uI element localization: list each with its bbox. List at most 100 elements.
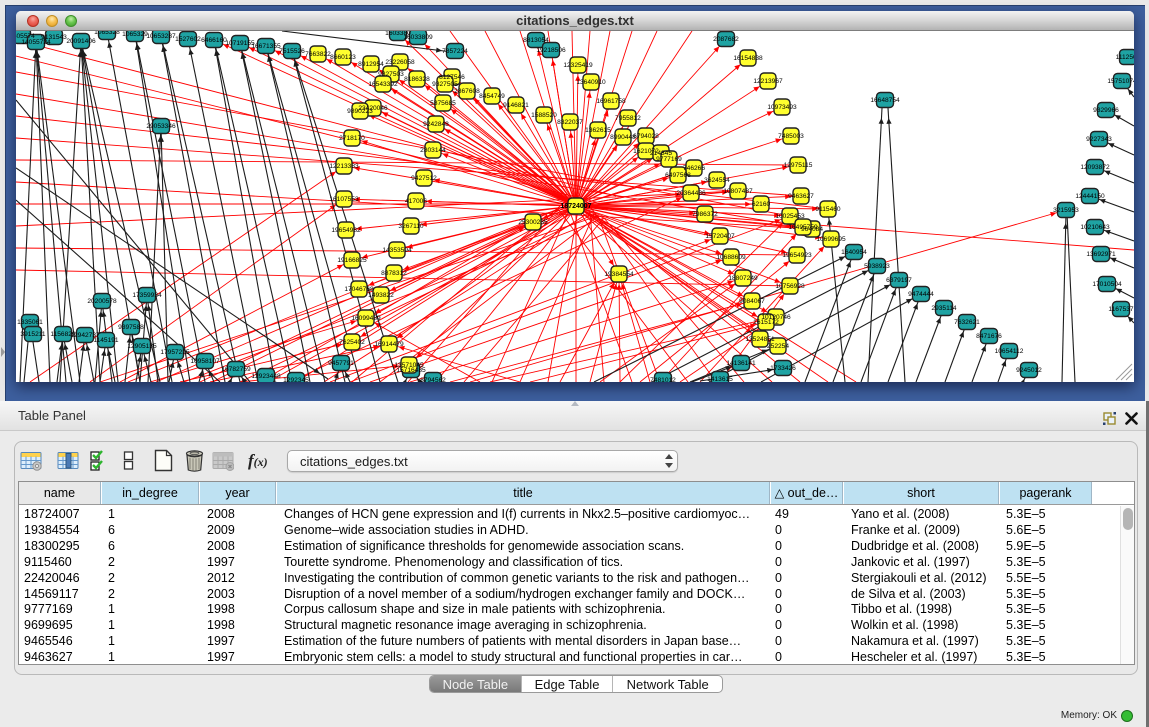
svg-text:6794028: 6794028 (633, 133, 659, 140)
svg-text:13692971: 13692971 (1086, 251, 1116, 258)
svg-text:746266: 746266 (683, 165, 705, 172)
svg-text:9327503: 9327503 (378, 71, 404, 78)
svg-text:1733426: 1733426 (770, 365, 796, 372)
svg-text:10653287: 10653287 (146, 33, 176, 40)
svg-text:16033809: 16033809 (403, 34, 433, 41)
svg-text:9777169: 9777169 (656, 156, 682, 163)
svg-text:9115460: 9115460 (815, 206, 841, 213)
svg-text:16961758: 16961758 (596, 98, 626, 105)
svg-text:2935114: 2935114 (931, 305, 957, 312)
svg-text:10958107: 10958107 (190, 358, 220, 365)
svg-text:1362615: 1362615 (585, 127, 611, 134)
svg-text:10654112: 10654112 (995, 348, 1024, 355)
svg-text:15720407: 15720407 (705, 233, 735, 240)
svg-text:7481012: 7481012 (650, 377, 676, 382)
svg-text:9084067: 9084067 (739, 298, 765, 305)
svg-text:29053346: 29053346 (146, 123, 176, 130)
svg-text:7955812: 7955812 (615, 115, 641, 122)
svg-text:16648754: 16648754 (870, 97, 900, 104)
svg-text:7632621: 7632621 (954, 319, 980, 326)
svg-text:16914479: 16914479 (374, 341, 404, 348)
svg-text:13571045: 13571045 (394, 362, 424, 369)
svg-text:252254: 252254 (767, 343, 789, 350)
svg-text:7625402: 7625402 (339, 339, 365, 346)
svg-text:12975115: 12975115 (784, 162, 813, 169)
svg-text:16495759: 16495759 (788, 224, 818, 231)
svg-text:1413615: 1413615 (707, 376, 733, 382)
svg-text:2803144: 2803144 (420, 147, 446, 154)
svg-text:9242848: 9242848 (423, 121, 449, 128)
svg-text:20364436: 20364436 (676, 190, 706, 197)
svg-text:8794562: 8794562 (420, 377, 446, 382)
svg-text:19218506: 19218506 (536, 47, 566, 54)
svg-text:2718170: 2718170 (339, 135, 365, 142)
svg-text:1588520: 1588520 (531, 112, 557, 119)
svg-text:18724007: 18724007 (560, 203, 591, 210)
svg-text:16107553: 16107553 (329, 196, 359, 203)
svg-text:9146821: 9146821 (503, 102, 529, 109)
svg-text:417006: 417006 (405, 198, 427, 205)
svg-text:1527602: 1527602 (175, 36, 201, 43)
svg-text:12905135: 12905135 (127, 343, 157, 350)
svg-text:8454749: 8454749 (479, 93, 505, 100)
svg-text:12325419: 12325419 (563, 62, 593, 69)
svg-text:3915211: 3915211 (20, 331, 46, 338)
svg-text:10025453: 10025453 (775, 213, 805, 220)
svg-text:8127546: 8127546 (439, 74, 465, 81)
svg-text:16782759: 16782759 (221, 366, 251, 373)
svg-text:9131543: 9131543 (41, 34, 67, 41)
svg-text:1335061: 1335061 (17, 319, 43, 326)
svg-text:6466160: 6466160 (201, 37, 227, 44)
svg-text:8186328: 8186328 (404, 76, 430, 83)
svg-text:7515526: 7515526 (279, 48, 305, 55)
svg-text:15751074: 15751074 (1107, 78, 1134, 85)
svg-text:8471676: 8471676 (976, 333, 1002, 340)
svg-text:17957225: 17957225 (160, 349, 190, 356)
svg-text:9457791: 9457791 (328, 360, 354, 367)
svg-text:7663822: 7663822 (305, 51, 331, 58)
svg-text:1167537: 1167537 (1108, 306, 1134, 313)
svg-text:9329966: 9329966 (1093, 107, 1119, 114)
svg-text:17010504: 17010504 (1092, 281, 1122, 288)
svg-text:16543392: 16543392 (368, 81, 398, 88)
svg-text:9397588: 9397588 (118, 324, 144, 331)
svg-text:6379197: 6379197 (886, 277, 912, 284)
svg-text:19384554: 19384554 (604, 271, 634, 278)
svg-text:16099489: 16099489 (351, 315, 381, 322)
svg-text:2867608: 2867608 (454, 88, 480, 95)
svg-text:9890223: 9890223 (347, 108, 373, 115)
svg-text:13524851: 13524851 (745, 336, 775, 343)
svg-text:10210643: 10210643 (1080, 224, 1110, 231)
svg-text:8660123: 8660123 (330, 54, 356, 61)
svg-text:9474444: 9474444 (908, 291, 934, 298)
svg-text:7857224: 7857224 (442, 48, 468, 55)
svg-text:12213383: 12213383 (329, 163, 359, 170)
svg-text:12444150: 12444150 (1075, 193, 1105, 200)
svg-text:8322037: 8322037 (557, 119, 583, 126)
svg-text:10807487: 10807487 (723, 188, 753, 195)
svg-text:12923448: 12923448 (251, 373, 281, 380)
svg-text:10699695: 10699695 (816, 236, 846, 243)
svg-text:5875685: 5875685 (430, 100, 456, 107)
svg-text:17359934: 17359934 (132, 292, 162, 299)
svg-text:62160: 62160 (752, 201, 771, 208)
svg-text:1112504: 1112504 (1116, 54, 1134, 61)
svg-text:10688609: 10688609 (716, 254, 746, 261)
svg-text:18807249: 18807249 (728, 275, 758, 282)
svg-text:23226058: 23226058 (385, 59, 415, 66)
svg-text:19166825: 19166825 (337, 257, 367, 264)
svg-text:1493822: 1493822 (368, 292, 394, 299)
svg-text:10973493: 10973493 (767, 104, 797, 111)
svg-text:14136141: 14136141 (726, 360, 756, 367)
svg-text:16671355: 16671355 (251, 43, 281, 50)
svg-text:3267110: 3267110 (398, 223, 424, 230)
svg-text:6497568: 6497568 (665, 172, 691, 179)
svg-text:9427512: 9427512 (411, 175, 437, 182)
svg-text:2087682: 2087682 (713, 36, 739, 43)
svg-text:20200578: 20200578 (87, 298, 117, 305)
svg-text:25300235: 25300235 (518, 219, 548, 226)
svg-text:8813054: 8813054 (523, 37, 549, 44)
svg-text:12213967: 12213967 (753, 78, 783, 85)
svg-text:9227343: 9227343 (1086, 136, 1112, 143)
svg-text:1145191: 1145191 (93, 337, 119, 344)
